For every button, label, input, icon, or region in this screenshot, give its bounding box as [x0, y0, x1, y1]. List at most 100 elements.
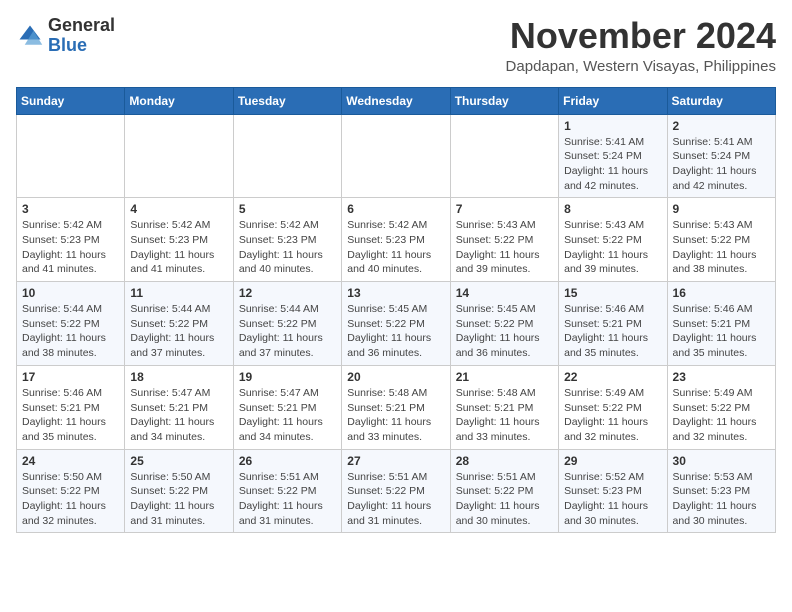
- weekday-header-wednesday: Wednesday: [342, 87, 450, 114]
- day-number: 1: [564, 119, 661, 133]
- day-number: 9: [673, 202, 770, 216]
- weekday-header-friday: Friday: [559, 87, 667, 114]
- day-info: Sunrise: 5:42 AMSunset: 5:23 PMDaylight:…: [22, 218, 119, 277]
- calendar-cell: 10Sunrise: 5:44 AMSunset: 5:22 PMDayligh…: [17, 282, 125, 366]
- title-block: November 2024 Dapdapan, Western Visayas,…: [506, 16, 776, 75]
- weekday-header-thursday: Thursday: [450, 87, 558, 114]
- day-info: Sunrise: 5:50 AMSunset: 5:22 PMDaylight:…: [22, 470, 119, 529]
- day-number: 12: [239, 286, 336, 300]
- day-info: Sunrise: 5:51 AMSunset: 5:22 PMDaylight:…: [239, 470, 336, 529]
- day-number: 20: [347, 370, 444, 384]
- day-number: 15: [564, 286, 661, 300]
- logo-icon: [16, 22, 44, 50]
- day-info: Sunrise: 5:42 AMSunset: 5:23 PMDaylight:…: [130, 218, 227, 277]
- day-number: 7: [456, 202, 553, 216]
- day-number: 17: [22, 370, 119, 384]
- calendar-cell: 11Sunrise: 5:44 AMSunset: 5:22 PMDayligh…: [125, 282, 233, 366]
- calendar-cell: 30 Sunrise: 5:53 AMSunset: 5:23 PMDayligh…: [667, 449, 775, 533]
- calendar-week-row: 1 Sunrise: 5:41 AMSunset: 5:24 PMDaylight…: [17, 114, 776, 198]
- calendar-cell: [342, 114, 450, 198]
- calendar-cell: 13 Sunrise: 5:45 AMSunset: 5:22 PMDayligh…: [342, 282, 450, 366]
- day-info: Sunrise: 5:41 AMSunset: 5:24 PMDaylight:…: [564, 135, 661, 194]
- page-header: General Blue November 2024 Dapdapan, Wes…: [16, 16, 776, 75]
- day-info: Sunrise: 5:48 AMSunset: 5:21 PMDaylight:…: [456, 386, 553, 445]
- calendar-cell: [450, 114, 558, 198]
- calendar-cell: 1 Sunrise: 5:41 AMSunset: 5:24 PMDaylight…: [559, 114, 667, 198]
- day-info: Sunrise: 5:47 AMSunset: 5:21 PMDaylight:…: [130, 386, 227, 445]
- calendar-cell: 7 Sunrise: 5:43 AMSunset: 5:22 PMDaylight…: [450, 198, 558, 282]
- month-year-title: November 2024: [506, 16, 776, 56]
- calendar-cell: 12 Sunrise: 5:44 AMSunset: 5:22 PMDayligh…: [233, 282, 341, 366]
- day-info: Sunrise: 5:43 AMSunset: 5:22 PMDaylight:…: [456, 218, 553, 277]
- day-number: 22: [564, 370, 661, 384]
- day-number: 6: [347, 202, 444, 216]
- day-number: 5: [239, 202, 336, 216]
- calendar-body: 1 Sunrise: 5:41 AMSunset: 5:24 PMDaylight…: [17, 114, 776, 533]
- calendar-cell: 21 Sunrise: 5:48 AMSunset: 5:21 PMDayligh…: [450, 365, 558, 449]
- day-info: Sunrise: 5:42 AMSunset: 5:23 PMDaylight:…: [239, 218, 336, 277]
- calendar-cell: 20 Sunrise: 5:48 AMSunset: 5:21 PMDayligh…: [342, 365, 450, 449]
- day-info: Sunrise: 5:52 AMSunset: 5:23 PMDaylight:…: [564, 470, 661, 529]
- day-number: 21: [456, 370, 553, 384]
- day-info: Sunrise: 5:43 AMSunset: 5:22 PMDaylight:…: [564, 218, 661, 277]
- calendar-cell: 6 Sunrise: 5:42 AMSunset: 5:23 PMDaylight…: [342, 198, 450, 282]
- day-info: Sunrise: 5:47 AMSunset: 5:21 PMDaylight:…: [239, 386, 336, 445]
- calendar-cell: 19 Sunrise: 5:47 AMSunset: 5:21 PMDayligh…: [233, 365, 341, 449]
- day-info: Sunrise: 5:46 AMSunset: 5:21 PMDaylight:…: [22, 386, 119, 445]
- weekday-header-monday: Monday: [125, 87, 233, 114]
- day-info: Sunrise: 5:44 AMSunset: 5:22 PMDaylight:…: [239, 302, 336, 361]
- calendar-cell: 28Sunrise: 5:51 AMSunset: 5:22 PMDayligh…: [450, 449, 558, 533]
- calendar-week-row: 24 Sunrise: 5:50 AMSunset: 5:22 PMDayligh…: [17, 449, 776, 533]
- day-number: 23: [673, 370, 770, 384]
- day-number: 4: [130, 202, 227, 216]
- calendar-cell: [125, 114, 233, 198]
- day-info: Sunrise: 5:44 AMSunset: 5:22 PMDaylight:…: [22, 302, 119, 361]
- calendar-cell: 26 Sunrise: 5:51 AMSunset: 5:22 PMDayligh…: [233, 449, 341, 533]
- day-number: 8: [564, 202, 661, 216]
- day-number: 18: [130, 370, 227, 384]
- calendar-cell: 29 Sunrise: 5:52 AMSunset: 5:23 PMDayligh…: [559, 449, 667, 533]
- day-info: Sunrise: 5:45 AMSunset: 5:22 PMDaylight:…: [456, 302, 553, 361]
- day-info: Sunrise: 5:45 AMSunset: 5:22 PMDaylight:…: [347, 302, 444, 361]
- location-subtitle: Dapdapan, Western Visayas, Philippines: [506, 58, 776, 75]
- calendar-cell: 17 Sunrise: 5:46 AMSunset: 5:21 PMDayligh…: [17, 365, 125, 449]
- calendar-cell: 18 Sunrise: 5:47 AMSunset: 5:21 PMDayligh…: [125, 365, 233, 449]
- calendar-week-row: 3 Sunrise: 5:42 AMSunset: 5:23 PMDaylight…: [17, 198, 776, 282]
- logo-text: General Blue: [48, 16, 115, 56]
- logo-general: General: [48, 15, 115, 35]
- day-number: 26: [239, 454, 336, 468]
- logo-blue: Blue: [48, 35, 87, 55]
- calendar-cell: 15 Sunrise: 5:46 AMSunset: 5:21 PMDayligh…: [559, 282, 667, 366]
- day-number: 28: [456, 454, 553, 468]
- day-number: 24: [22, 454, 119, 468]
- calendar-cell: 23 Sunrise: 5:49 AMSunset: 5:22 PMDayligh…: [667, 365, 775, 449]
- day-info: Sunrise: 5:43 AMSunset: 5:22 PMDaylight:…: [673, 218, 770, 277]
- day-number: 30: [673, 454, 770, 468]
- day-number: 11: [130, 286, 227, 300]
- day-number: 14: [456, 286, 553, 300]
- day-info: Sunrise: 5:42 AMSunset: 5:23 PMDaylight:…: [347, 218, 444, 277]
- calendar-cell: 24 Sunrise: 5:50 AMSunset: 5:22 PMDayligh…: [17, 449, 125, 533]
- calendar-cell: [233, 114, 341, 198]
- day-number: 19: [239, 370, 336, 384]
- calendar-cell: 9 Sunrise: 5:43 AMSunset: 5:22 PMDaylight…: [667, 198, 775, 282]
- logo: General Blue: [16, 16, 115, 56]
- day-number: 2: [673, 119, 770, 133]
- day-info: Sunrise: 5:48 AMSunset: 5:21 PMDaylight:…: [347, 386, 444, 445]
- calendar-week-row: 17 Sunrise: 5:46 AMSunset: 5:21 PMDayligh…: [17, 365, 776, 449]
- day-number: 29: [564, 454, 661, 468]
- calendar-cell: 2Sunrise: 5:41 AMSunset: 5:24 PMDaylight…: [667, 114, 775, 198]
- day-number: 27: [347, 454, 444, 468]
- day-number: 13: [347, 286, 444, 300]
- day-info: Sunrise: 5:53 AMSunset: 5:23 PMDaylight:…: [673, 470, 770, 529]
- day-info: Sunrise: 5:49 AMSunset: 5:22 PMDaylight:…: [564, 386, 661, 445]
- day-number: 16: [673, 286, 770, 300]
- weekday-header-sunday: Sunday: [17, 87, 125, 114]
- day-info: Sunrise: 5:51 AMSunset: 5:22 PMDaylight:…: [347, 470, 444, 529]
- day-info: Sunrise: 5:46 AMSunset: 5:21 PMDaylight:…: [564, 302, 661, 361]
- day-info: Sunrise: 5:49 AMSunset: 5:22 PMDaylight:…: [673, 386, 770, 445]
- day-number: 25: [130, 454, 227, 468]
- weekday-header-row: SundayMondayTuesdayWednesdayThursdayFrid…: [17, 87, 776, 114]
- calendar-cell: 22 Sunrise: 5:49 AMSunset: 5:22 PMDayligh…: [559, 365, 667, 449]
- day-number: 3: [22, 202, 119, 216]
